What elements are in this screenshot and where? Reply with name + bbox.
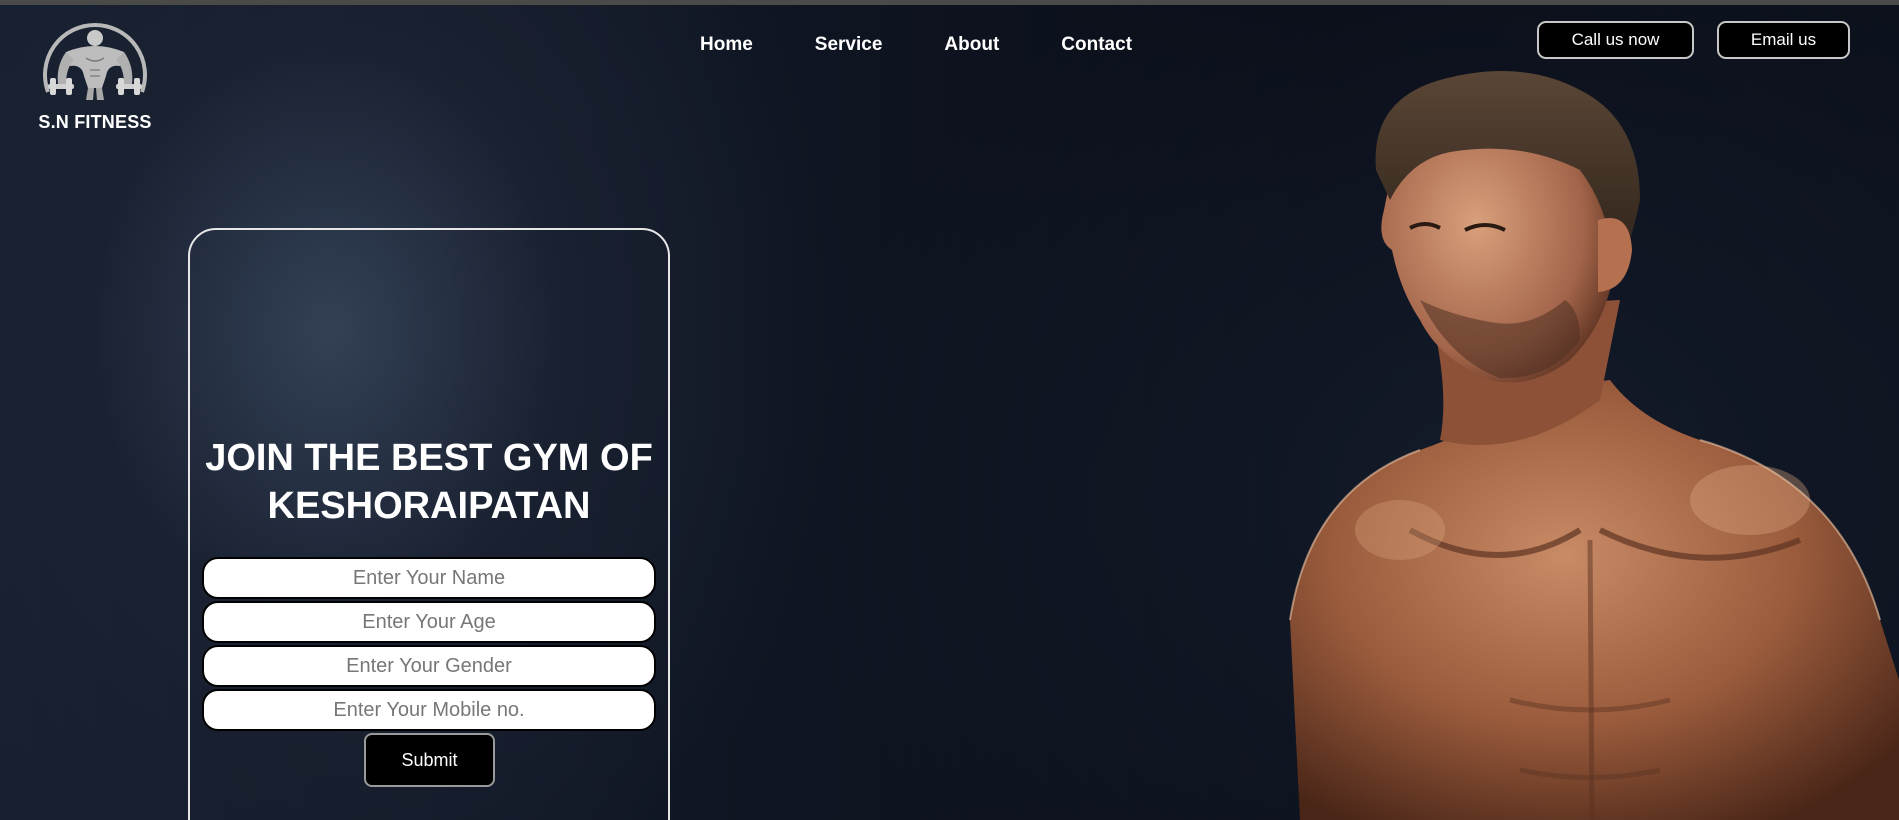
mobile-field[interactable] bbox=[202, 689, 656, 731]
call-us-button[interactable]: Call us now bbox=[1537, 21, 1694, 59]
email-us-button[interactable]: Email us bbox=[1717, 21, 1850, 59]
main-nav: Home Service About Contact bbox=[700, 34, 1132, 56]
nav-contact[interactable]: Contact bbox=[1061, 34, 1132, 56]
nav-home[interactable]: Home bbox=[700, 34, 753, 56]
hero-athlete-image bbox=[1289, 71, 1899, 820]
form-title: JOIN THE BEST GYM OF KESHORAIPATAN bbox=[205, 437, 653, 527]
submit-button[interactable]: Submit bbox=[364, 733, 495, 787]
nav-about[interactable]: About bbox=[944, 34, 999, 56]
nav-service[interactable]: Service bbox=[815, 34, 883, 56]
join-form-card: JOIN THE BEST GYM OF KESHORAIPATAN Submi… bbox=[188, 228, 670, 820]
bodybuilder-icon bbox=[43, 23, 147, 100]
name-field[interactable] bbox=[202, 557, 656, 599]
gender-field[interactable] bbox=[202, 645, 656, 687]
brand-name: S.N FITNESS bbox=[38, 112, 152, 132]
age-field[interactable] bbox=[202, 601, 656, 643]
page: S.N FITNESS Home Service About Contact C… bbox=[0, 0, 1899, 820]
brand-logo[interactable]: S.N FITNESS bbox=[36, 14, 154, 133]
top-strip bbox=[0, 0, 1899, 5]
